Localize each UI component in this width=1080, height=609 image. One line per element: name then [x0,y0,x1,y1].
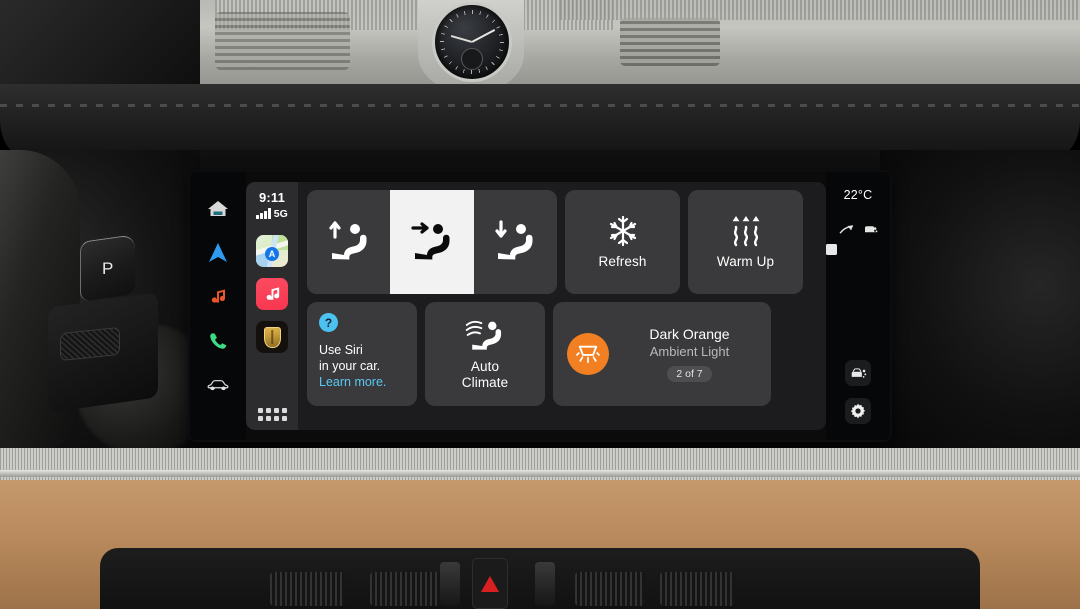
hazard-triangle-icon [481,575,499,592]
auto-climate-seat-icon [465,320,502,350]
network-label: 5G [273,207,288,220]
vehicle-right-panel: 22°C [826,172,890,440]
ambient-color-swatch [567,333,609,375]
auto-climate-label: Auto Climate [462,359,508,391]
auto-climate-tile[interactable]: Auto Climate [425,302,545,406]
siri-learn-more-link[interactable]: Learn more. [319,374,386,390]
maps-compass-icon: A [265,247,279,261]
home-icon[interactable] [207,198,229,220]
music-note-icon[interactable] [207,286,229,308]
airflow-up-button[interactable] [307,190,391,294]
carplay-content: Refresh Warm Up ? Use Siri in your car. … [298,182,826,430]
refresh-tile-label: Refresh [598,254,647,269]
app-launcher-grid[interactable] [257,408,287,421]
dashboard-vent-left [215,12,350,70]
airflow-down-icon [495,220,533,260]
siri-line-1: Use Siri [319,343,363,357]
airflow-forward-button[interactable] [390,190,474,294]
status-network: 5G [256,208,288,219]
temperature-readout: 22°C [843,188,873,202]
app-icon-porsche[interactable] [256,321,288,353]
rear-window-icon[interactable] [826,244,837,255]
auto-climate-label-line2: Climate [461,374,509,390]
navigation-arrow-icon[interactable] [207,242,229,264]
ambient-light-subtitle: Ambient Light [649,344,730,359]
auto-climate-label-line1: Auto [470,358,500,374]
car-icon[interactable] [207,374,229,396]
music-note-glyph [266,286,279,300]
warm-up-tile-label: Warm Up [716,254,775,269]
carplay-sidebar: 9:11 5G A [246,182,298,430]
console-control-right [575,572,645,606]
vehicle-left-rail [190,172,246,440]
ambient-lamp-icon [576,345,600,364]
infotainment-display: 9:11 5G A Refresh Warm Up ? Use Siri in … [190,172,890,440]
gauge-subdial [461,48,483,70]
refresh-tile[interactable]: Refresh [565,190,680,294]
ambient-light-badge: 2 of 7 [667,366,712,382]
hazard-light-button[interactable] [472,558,508,609]
car-interior-scene: P 9:11 5G A Refresh Warm Up ? Use Siri i… [0,0,1080,609]
climate-status-icons [838,224,878,235]
airflow-up-icon [329,221,367,260]
console-switch-left[interactable] [440,562,460,606]
snowflake-icon [609,215,636,247]
ambient-light-tile[interactable]: Dark Orange Ambient Light 2 of 7 [553,302,771,406]
dashboard-top-pad [0,84,1080,156]
carplay-app-list: A [256,235,288,353]
app-icon-maps[interactable]: A [256,235,288,267]
console-switch-right[interactable] [535,562,555,606]
status-bar: 9:11 5G [256,191,288,219]
carplay-panel: 9:11 5G A Refresh Warm Up ? Use Siri in … [246,172,826,440]
park-button[interactable]: P [80,234,135,302]
seat-climate-icon[interactable] [863,224,878,235]
app-icon-music[interactable] [256,278,288,310]
gear-icon [850,403,866,419]
phone-icon[interactable] [207,330,229,352]
ambient-light-title: Dark Orange [649,326,730,342]
porsche-crest-icon [263,326,281,348]
siri-card[interactable]: ? Use Siri in your car. Learn more. [307,302,417,406]
question-mark-icon: ? [319,313,338,332]
heat-waves-icon [732,216,759,247]
defrost-icon[interactable] [838,224,854,235]
airflow-segmented-control [307,190,557,294]
signal-bars-icon [256,208,271,219]
siri-line-2: in your car. [319,359,381,373]
console-vent-left [270,572,345,606]
console-control-left [370,572,440,606]
siri-card-text: Use Siri in your car. Learn more. [319,342,386,390]
dashboard-trim-highlight [0,470,1080,477]
climate-button[interactable] [845,360,871,386]
car-climate-icon [851,367,866,378]
warm-up-tile[interactable]: Warm Up [688,190,803,294]
dashboard-right-panel [880,150,1080,450]
windshield-grille-right [560,0,1080,20]
status-time: 9:11 [258,190,286,205]
settings-gear-button[interactable] [845,398,871,424]
dashboard-vent-right [620,18,720,66]
console-vent-right [660,572,735,606]
airflow-forward-icon [411,222,450,260]
climate-top-row: Refresh Warm Up [307,190,817,294]
park-button-label: P [102,258,114,278]
climate-bottom-row: ? Use Siri in your car. Learn more. Auto… [307,302,817,406]
dashboard-stitching [0,104,1080,107]
analog-clock-gauge [432,2,512,82]
airflow-down-button[interactable] [473,190,557,294]
ambient-light-info: Dark Orange Ambient Light 2 of 7 [622,326,757,382]
